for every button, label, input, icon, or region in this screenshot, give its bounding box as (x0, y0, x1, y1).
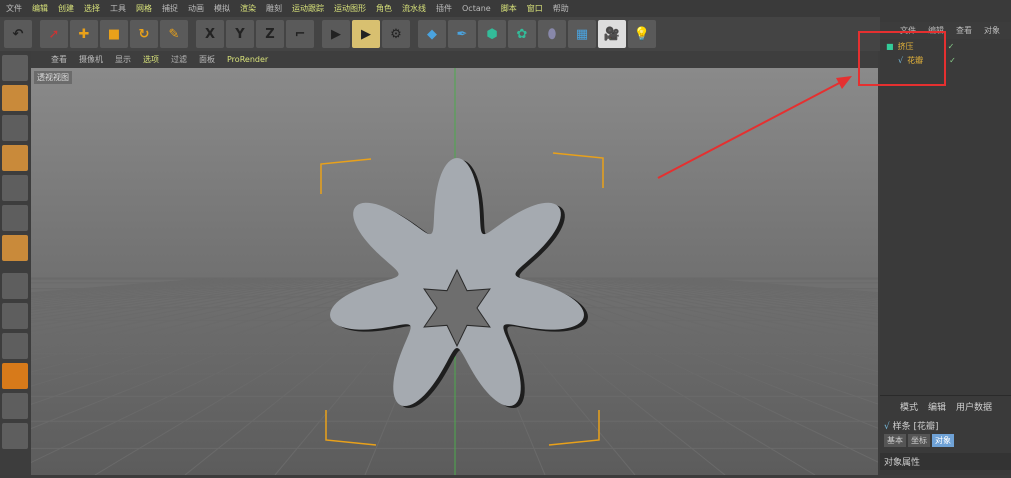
annotation-arrow (657, 76, 852, 179)
